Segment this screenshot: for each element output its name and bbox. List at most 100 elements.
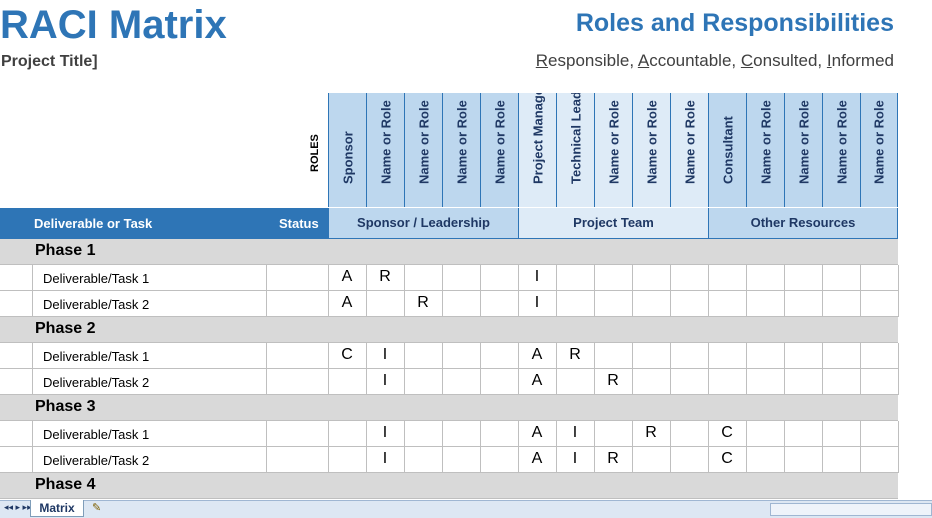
role-header[interactable]: Name or Role xyxy=(822,93,860,207)
cell-border xyxy=(632,265,633,291)
new-sheet-icon[interactable]: ✎ xyxy=(92,501,101,514)
sheet-nav-icon[interactable]: ◂◂ ▸ ▸▸ xyxy=(4,502,32,513)
cell-border xyxy=(898,421,899,447)
cell-border xyxy=(266,265,267,291)
phase-label: Phase 3 xyxy=(35,398,96,415)
role-header[interactable]: Name or Role xyxy=(632,93,670,207)
raci-cell[interactable]: I xyxy=(556,450,594,468)
raci-cell[interactable]: A xyxy=(518,372,556,390)
raci-cell[interactable]: C xyxy=(708,424,746,442)
cell-border xyxy=(632,447,633,473)
task-name[interactable]: Deliverable/Task 1 xyxy=(43,271,149,286)
raci-cell[interactable]: A xyxy=(328,268,366,286)
role-header[interactable]: Name or Role xyxy=(366,93,404,207)
cell-border xyxy=(328,447,329,473)
cell-border xyxy=(404,447,405,473)
role-header[interactable]: Name or Role xyxy=(746,93,784,207)
raci-cell[interactable]: C xyxy=(328,346,366,364)
task-row: Deliverable/Task 1 CI AR xyxy=(0,343,899,369)
raci-cell[interactable]: R xyxy=(404,294,442,312)
raci-cell[interactable]: R xyxy=(632,424,670,442)
raci-cell[interactable]: I xyxy=(518,268,556,286)
role-header[interactable]: Name or Role xyxy=(594,93,632,207)
cell-border xyxy=(860,265,861,291)
raci-cell[interactable]: I xyxy=(366,372,404,390)
raci-cell[interactable]: A xyxy=(518,450,556,468)
role-label: Name or Role xyxy=(871,100,887,184)
role-label: Name or Role xyxy=(682,100,697,184)
task-column-header: Deliverable or Task xyxy=(34,216,153,231)
cell-border xyxy=(670,369,671,395)
cell-border xyxy=(746,369,747,395)
project-title[interactable]: Project Title] xyxy=(1,53,98,71)
horizontal-scrollbar[interactable] xyxy=(770,503,932,516)
legend-c: C xyxy=(740,51,754,70)
raci-cell[interactable]: A xyxy=(328,294,366,312)
role-header[interactable]: Name or Role xyxy=(404,93,442,207)
cell-border xyxy=(670,265,671,291)
raci-cell[interactable]: R xyxy=(594,372,632,390)
cell-border xyxy=(746,291,747,317)
cell-border xyxy=(822,447,823,473)
raci-cell[interactable]: I xyxy=(366,346,404,364)
cell-border xyxy=(746,421,747,447)
cell-border xyxy=(442,421,443,447)
role-label: Name or Role xyxy=(416,100,431,184)
cell-border xyxy=(784,265,785,291)
role-header[interactable]: Name or Role xyxy=(784,93,822,207)
role-label: Name or Role xyxy=(606,100,621,184)
cell-border xyxy=(556,291,557,317)
cell-border xyxy=(556,265,557,291)
cell-border xyxy=(32,447,33,473)
task-name[interactable]: Deliverable/Task 2 xyxy=(43,375,149,390)
sheet-tab-matrix[interactable]: Matrix xyxy=(30,500,84,517)
cell-border xyxy=(32,343,33,369)
raci-cell[interactable]: I xyxy=(518,294,556,312)
task-name[interactable]: Deliverable/Task 2 xyxy=(43,297,149,312)
cell-border xyxy=(632,291,633,317)
raci-cell[interactable]: I xyxy=(366,450,404,468)
raci-cell[interactable]: A xyxy=(518,424,556,442)
role-header[interactable]: Consultant xyxy=(708,93,746,207)
role-header[interactable]: Sponsor xyxy=(328,93,366,207)
role-header[interactable]: Project Manager xyxy=(518,93,556,207)
cell-border xyxy=(708,343,709,369)
role-header[interactable]: Technical Lead xyxy=(556,93,594,207)
role-header[interactable]: Name or Role xyxy=(480,93,518,207)
cell-border xyxy=(404,265,405,291)
cell-border xyxy=(266,421,267,447)
role-label: Name or Role xyxy=(834,100,849,184)
raci-cell[interactable]: I xyxy=(366,424,404,442)
cell-border xyxy=(556,369,557,395)
raci-legend: Responsible, Accountable, Consulted, Inf… xyxy=(536,51,894,71)
cell-border xyxy=(860,369,861,395)
legend-a: A xyxy=(637,51,650,70)
raci-cell[interactable]: I xyxy=(556,424,594,442)
raci-cell[interactable]: R xyxy=(594,450,632,468)
task-name[interactable]: Deliverable/Task 1 xyxy=(43,427,149,442)
raci-cell[interactable]: C xyxy=(708,450,746,468)
cell-border xyxy=(898,291,899,317)
legend-text: esponsible, xyxy=(548,51,638,70)
raci-cell[interactable]: R xyxy=(556,346,594,364)
phase-row: Phase 3 xyxy=(0,395,898,421)
role-header[interactable]: Name or Role xyxy=(442,93,480,207)
cell-border xyxy=(822,421,823,447)
cell-border xyxy=(32,369,33,395)
task-name[interactable]: Deliverable/Task 2 xyxy=(43,453,149,468)
raci-cell[interactable]: R xyxy=(366,268,404,286)
cell-border xyxy=(860,447,861,473)
role-label: Name or Role xyxy=(378,100,393,184)
phase-row: Phase 4 xyxy=(0,473,898,499)
role-header[interactable]: Name or Role xyxy=(860,93,898,207)
raci-cell[interactable]: A xyxy=(518,346,556,364)
cell-border xyxy=(898,369,899,395)
cell-border xyxy=(822,265,823,291)
cell-border xyxy=(442,447,443,473)
role-header[interactable]: Name or Role xyxy=(670,93,708,207)
role-label: Name or Role xyxy=(758,100,773,184)
cell-border xyxy=(670,421,671,447)
cell-border xyxy=(480,447,481,473)
task-row: Deliverable/Task 1 AR I xyxy=(0,265,899,291)
task-name[interactable]: Deliverable/Task 1 xyxy=(43,349,149,364)
